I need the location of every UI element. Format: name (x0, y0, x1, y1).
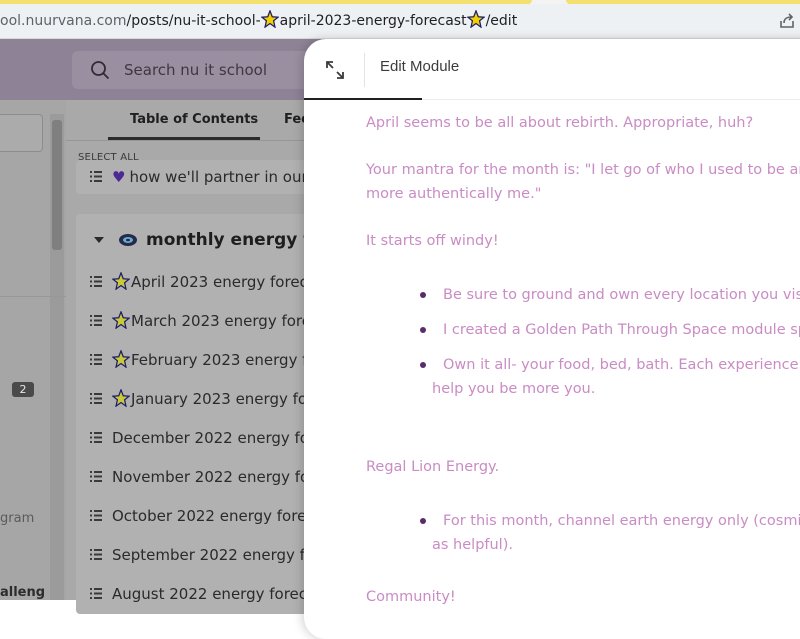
section-header[interactable]: monthly energy fo (94, 230, 322, 250)
heart-icon: ♥ (112, 168, 126, 186)
list-icon (90, 432, 102, 443)
paragraph: Community! (366, 589, 456, 605)
toc-item-label: November 2022 energy fore (112, 468, 325, 486)
toc-card: ♥ how we'll partner in our (76, 160, 316, 194)
paragraph: more authentically me." (366, 186, 542, 202)
list-icon (90, 354, 102, 365)
sparkle-star-icon (466, 10, 485, 28)
chevron-down-icon[interactable] (94, 237, 104, 243)
toc-item-label: August 2022 energy forecas (112, 585, 325, 603)
edit-module-panel: Edit Module April seems to be all about … (304, 39, 800, 639)
sidebar-item-fragment[interactable]: gram (0, 511, 34, 526)
sparkle-star-icon (112, 389, 130, 407)
left-sidebar: 2 gram alleng (0, 100, 66, 600)
sidebar-input[interactable] (0, 114, 43, 152)
sparkle-star-icon (112, 311, 130, 329)
toc-item-label: April 2023 energy foreca (131, 273, 317, 291)
bullet-icon (420, 362, 426, 368)
paragraph: It starts off windy! (366, 233, 499, 249)
modal-header: Edit Module (304, 39, 800, 100)
url-edit: /edit (485, 13, 518, 29)
list-icon (90, 588, 102, 599)
url-text[interactable]: ool.nuurvana.com/posts/nu-it-school-apri… (0, 4, 517, 38)
toc-item-label: March 2023 energy forec (131, 312, 320, 330)
bullet-icon (420, 292, 426, 298)
sparkle-star-icon (112, 350, 130, 368)
toc-item-label: January 2023 energy fore (131, 390, 323, 408)
list-icon (90, 549, 102, 560)
list-icon (90, 171, 102, 182)
url-path: /posts/nu-it-school- (126, 13, 261, 29)
search-placeholder: Search nu it school (124, 61, 267, 79)
url-host: ool.nuurvana.com (0, 13, 127, 29)
section-title: monthly energy fo (146, 230, 323, 250)
list-item: For this month, channel earth energy onl… (443, 513, 800, 529)
list-item-continuation: as helpful). (432, 537, 513, 553)
swirl-icon (119, 234, 137, 246)
share-icon[interactable] (778, 12, 796, 30)
table-of-contents-panel: Table of Contents Fee SELECT ALL ♥ how we… (66, 100, 329, 614)
bullet-icon (420, 518, 426, 524)
bullet-icon (420, 327, 426, 333)
search-icon (91, 61, 110, 80)
toc-item-label: September 2022 energy fore (112, 546, 330, 564)
address-bar[interactable]: ool.nuurvana.com/posts/nu-it-school-apri… (0, 4, 800, 39)
list-icon (90, 315, 102, 326)
header-divider (364, 53, 365, 87)
paragraph: Regal Lion Energy. (366, 459, 500, 475)
toc-tabs: Table of Contents Fee (66, 100, 310, 141)
list-item: Be sure to ground and own every location… (443, 287, 800, 303)
sidebar-scroll-thumb[interactable] (52, 120, 62, 250)
toc-item-label: December 2022 energy fore (112, 429, 325, 447)
list-icon (90, 276, 102, 287)
list-icon (90, 510, 102, 521)
divider (0, 296, 66, 297)
list-item: Own it all- your food, bed, bath. Each e… (443, 357, 800, 373)
paragraph: April seems to be all about rebirth. App… (366, 115, 754, 131)
search-input[interactable]: Search nu it school (72, 51, 332, 89)
header-underline (304, 98, 422, 100)
count-badge: 2 (12, 382, 34, 397)
tab-table-of-contents[interactable]: Table of Contents (130, 112, 258, 127)
toc-item-label: October 2022 energy foreca (112, 507, 324, 525)
sidebar-item-fragment[interactable]: alleng (0, 585, 45, 600)
paragraph: Your mantra for the month is: "I let go … (366, 162, 800, 178)
active-tab-underline (108, 137, 260, 140)
modal-title: Edit Module (380, 58, 460, 75)
expand-icon[interactable] (324, 59, 346, 81)
list-icon (90, 393, 102, 404)
sparkle-star-icon (112, 272, 130, 290)
url-slug: april-2023-energy-forecast (279, 13, 467, 29)
list-icon (90, 471, 102, 482)
toc-item-label: February 2023 energy fo (131, 351, 317, 369)
toc-item-label: how we'll partner in our (129, 168, 308, 186)
list-item-continuation: help you be more you. (432, 381, 596, 397)
list-item: I created a Golden Path Through Space mo… (443, 322, 800, 338)
sparkle-star-icon (260, 10, 279, 28)
